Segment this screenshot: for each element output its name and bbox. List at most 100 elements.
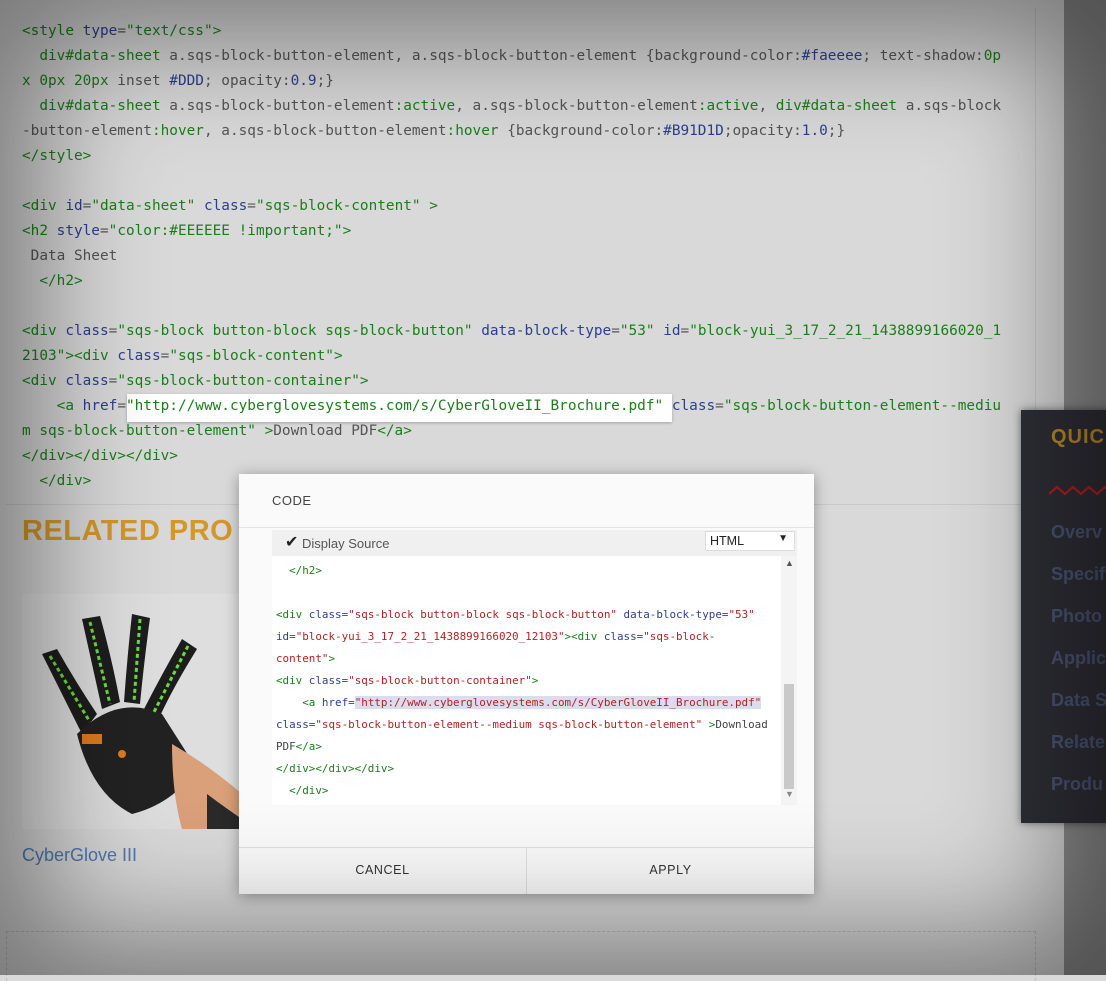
code-token: 0p [983,48,1002,64]
code-dialog: CODE ✔ Display Source HTML ▼ </h2> <div c… [239,474,814,894]
related-products-title: RELATED PRO [22,515,234,547]
code-token: ><div [65,348,118,364]
code-token: </style> [22,148,92,164]
code-token: :hover [151,123,204,139]
code-token: div#data-sheet [775,98,898,114]
code-line: x 0px 20px inset #DDD; opacity:0.9;} [22,69,1022,94]
scrollbar-thumb[interactable] [784,684,794,789]
code-token: inset [108,73,170,89]
code-token: = [117,23,126,39]
code-token: {background-color: [498,123,664,139]
scroll-up-arrow-icon[interactable]: ▲ [785,558,794,568]
code-token: > [359,373,369,389]
glove-illustration [22,594,242,829]
display-source-toggle[interactable]: Display Source [302,536,389,551]
checkmark-icon[interactable]: ✔ [285,532,298,552]
quick-link-item[interactable]: Produ [1051,774,1103,795]
code-token: "sqs-block button-block sqs-block-button… [117,323,473,339]
editor-line: <a href="http://www.cyberglovesystems.co… [276,692,781,714]
apply-button[interactable]: APPLY [527,848,814,892]
code-token: m sqs-block-button-element" [22,423,256,439]
code-token: = [247,198,256,214]
code-token: x 0px 20px [22,73,109,89]
code-token: class [117,348,161,364]
code-token: <div [22,198,66,214]
editor-line: <div class="sqs-block-button-container"> [276,670,781,692]
editor-token: class [308,674,342,687]
code-token: ; text-shadow: [862,48,984,64]
code-token: > [342,223,352,239]
editor-token: "sqs-block- [643,630,716,643]
code-line: <a href="http://www.cyberglovesystems.co… [22,394,1022,419]
code-token: <h2 [22,223,57,239]
editor-line: content"> [276,648,781,670]
code-editor[interactable]: </h2> <div class="sqs-block button-block … [272,556,781,805]
editor-line: </div></div></div> [276,758,781,780]
code-token: "block-yui_3_17_2_21_1438899166020_1 [689,323,1002,339]
editor-token: = [348,696,355,709]
editor-token [276,696,302,709]
code-token: "color:#EEEEEE !important;" [108,223,343,239]
quick-link-item[interactable]: Overv [1051,522,1102,543]
editor-line: </h2> [276,560,781,582]
editor-token: > [531,674,539,687]
quick-link-item[interactable]: Applic [1051,648,1106,669]
code-token: :hover [446,123,499,139]
editor-line: </div> [276,780,781,802]
editor-scrollbar[interactable]: ▲ ▼ [781,556,797,805]
code-token: class [203,198,248,214]
code-token: style [56,223,100,239]
code-token: </a> [377,423,412,439]
code-line: 2103"><div class="sqs-block-content"> [22,344,1022,369]
code-token: , [758,98,776,114]
mode-select[interactable]: HTML ▼ [705,531,795,551]
code-token: :active [697,98,759,114]
code-token: <a [56,398,83,414]
scroll-down-arrow-icon[interactable]: ▼ [785,789,794,799]
code-token: div#data-sheet [39,48,161,64]
code-token: ;} [827,123,846,139]
code-token: -button-element [22,123,152,139]
code-token: , a.sqs-block-button-element [455,98,698,114]
code-line: div#data-sheet a.sqs-block-button-elemen… [22,44,1022,69]
editor-token: > [328,652,336,665]
code-line: <div class="sqs-block-button-container"> [22,369,1022,394]
quick-link-item[interactable]: Photo [1051,606,1102,627]
cancel-button[interactable]: CANCEL [239,848,526,892]
code-token: "text/css" [125,23,213,39]
quick-link-item[interactable]: Specif [1051,564,1105,585]
editor-token: </div> [276,784,329,797]
code-token: = [611,323,620,339]
selected-url-text: "http://www.cyberglovesystems.com/s/Cybe… [354,696,762,709]
mode-select-value: HTML [710,534,745,548]
code-token: a.sqs-block [897,98,1002,114]
code-token: <style [22,23,83,39]
code-token: Download PDF [273,423,378,439]
editor-token: "53" [728,608,755,621]
code-token: #faeeee [801,48,863,64]
quick-link-item[interactable]: Relate [1051,732,1105,753]
editor-token: href [321,696,349,709]
product-link-cyberglove-iii[interactable]: CyberGlove III [22,845,137,866]
code-line: </h2> [22,269,1022,294]
code-token: = [160,348,170,364]
code-line: <h2 style="color:#EEEEEE !important;"> [22,219,1022,244]
code-token: :active [394,98,456,114]
code-token: </div> [22,473,92,489]
quick-link-item[interactable]: Data S [1051,690,1106,711]
editor-token: class [276,718,309,731]
product-image-cyberglove[interactable] [22,594,242,829]
editor-token: <div [276,674,309,687]
code-token: div#data-sheet [39,98,161,114]
code-line: <style type="text/css"> [22,19,1022,44]
code-line: <div id="data-sheet" class="sqs-block-co… [22,194,1022,219]
code-token: > [420,198,438,214]
code-line: m sqs-block-button-element" >Download PD… [22,419,1022,444]
editor-token: content" [276,652,329,665]
code-token: #B91D1D [663,123,724,139]
code-token: "sqs-block-content" [255,198,421,214]
